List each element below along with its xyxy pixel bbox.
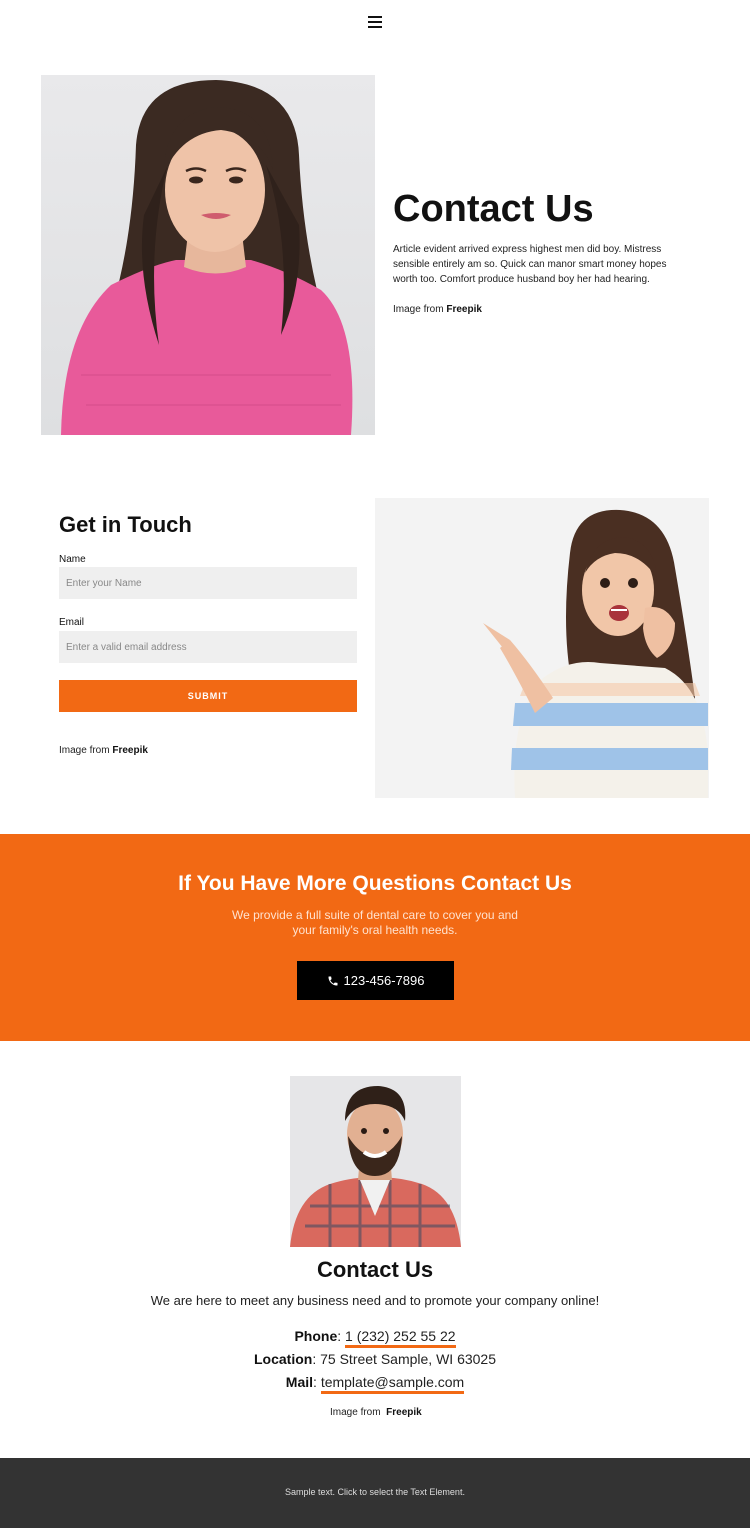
credit-source-link[interactable]: Freepik xyxy=(386,1407,422,1418)
mail-info-label: Mail xyxy=(285,1374,314,1390)
hero-title: Contact Us xyxy=(393,188,594,230)
credit-source-link[interactable]: Freepik xyxy=(112,745,148,756)
footer-text[interactable]: Sample text. Click to select the Text El… xyxy=(0,1487,750,1497)
name-label: Name xyxy=(59,554,86,565)
image-credit: Image from Freepik xyxy=(393,304,482,315)
hero-description: Article evident arrived express highest … xyxy=(393,244,667,285)
woman-pointing-photo xyxy=(375,498,709,798)
name-input[interactable] xyxy=(59,567,357,599)
credit-prefix: Image from xyxy=(330,1407,381,1418)
contact-description: We are here to meet any business need an… xyxy=(150,1293,600,1308)
location-info-label: Location xyxy=(254,1351,313,1367)
phone-info-label: Phone xyxy=(294,1328,338,1344)
hamburger-icon[interactable] xyxy=(368,16,382,30)
smiling-man-photo xyxy=(290,1076,461,1247)
credit-prefix: Image from xyxy=(393,304,444,315)
phone-button-label: 123-456-7896 xyxy=(343,973,425,988)
credit-source-link[interactable]: Freepik xyxy=(446,304,482,315)
image-credit: Image from Freepik xyxy=(330,1407,422,1418)
submit-button[interactable]: SUBMIT xyxy=(59,680,357,712)
credit-prefix: Image from xyxy=(59,745,110,756)
form-title: Get in Touch xyxy=(59,512,192,537)
woman-pink-sweater-photo xyxy=(41,75,375,435)
phone-link[interactable]: 1 (232) 252 55 22 xyxy=(345,1328,456,1348)
band-title: If You Have More Questions Contact Us xyxy=(178,872,572,895)
mail-info: Mail: template@sample.com xyxy=(0,1374,750,1394)
email-input[interactable] xyxy=(59,631,357,663)
phone-info: Phone: 1 (232) 252 55 22 xyxy=(0,1328,750,1348)
mail-link[interactable]: template@sample.com xyxy=(320,1374,465,1394)
contact-title: Contact Us xyxy=(316,1257,434,1282)
email-label: Email xyxy=(59,617,85,628)
phone-icon xyxy=(328,976,338,985)
location-info: Location: 75 Street Sample, WI 63025 xyxy=(254,1351,496,1367)
phone-call-button[interactable]: 123-456-7896 xyxy=(297,961,454,1000)
image-credit: Image from Freepik xyxy=(59,745,148,756)
band-description: We provide a full suite of dental care t… xyxy=(232,908,518,937)
location-value: 75 Street Sample, WI 63025 xyxy=(320,1351,496,1367)
